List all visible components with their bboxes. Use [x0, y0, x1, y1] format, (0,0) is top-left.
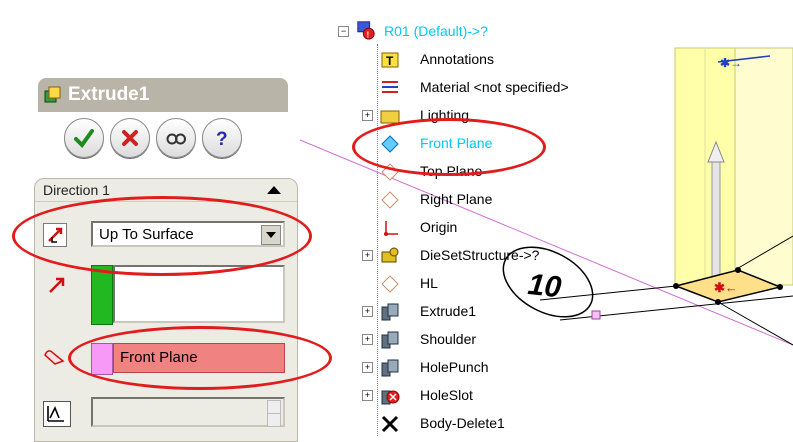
draft-angle-input[interactable]: [91, 397, 285, 427]
svg-text:✱→: ✱→: [720, 56, 742, 70]
annotations-icon: T: [381, 52, 399, 68]
spin-up-button[interactable]: [267, 400, 281, 414]
plane-icon: [381, 191, 399, 209]
collapse-arrow-icon[interactable]: [267, 186, 281, 194]
highlight-front-plane-tree: [352, 118, 546, 176]
origin-icon: [384, 221, 398, 236]
face-plane-icon: [44, 350, 65, 365]
extrude-body-side: [734, 47, 793, 286]
draft-toggle-button[interactable]: [43, 401, 71, 427]
tree-root[interactable]: − ! R01 (Default)->?: [338, 20, 638, 44]
body-delete-icon: [381, 415, 399, 433]
expand-icon[interactable]: +: [362, 110, 373, 121]
part-icon: !: [357, 21, 375, 40]
collapse-root-icon[interactable]: −: [338, 26, 349, 37]
check-icon: [74, 129, 94, 148]
svg-text:✱←: ✱←: [714, 280, 738, 295]
cancel-button[interactable]: [110, 118, 150, 158]
extrude-feature-icon: [44, 86, 61, 103]
direction1-label: Direction 1: [43, 182, 110, 198]
svg-text:?: ?: [216, 129, 228, 148]
question-icon: ?: [216, 129, 228, 148]
material-icon: [382, 81, 398, 93]
expand-icon[interactable]: +: [362, 334, 373, 345]
feature-title: Extrude1: [68, 84, 150, 105]
tree-root-label: R01 (Default)->?: [384, 23, 488, 39]
plane-icon: [381, 275, 399, 293]
direction-arrow-shaft: [711, 159, 721, 279]
spin-down-button[interactable]: [267, 413, 281, 427]
help-button[interactable]: ?: [202, 118, 242, 158]
property-manager-title-bar: Extrude1: [38, 78, 288, 112]
ok-button[interactable]: [64, 118, 104, 158]
expand-icon[interactable]: +: [362, 306, 373, 317]
expand-icon[interactable]: +: [362, 390, 373, 401]
draft-icon: [47, 406, 64, 422]
extrude-icon: [381, 359, 399, 377]
expand-icon[interactable]: +: [362, 250, 373, 261]
direction-color-swatch: [91, 265, 113, 325]
extrude-icon: [381, 303, 399, 321]
dieset-icon: [381, 247, 399, 263]
expand-icon[interactable]: +: [362, 362, 373, 373]
glasses-icon: [166, 133, 186, 145]
highlight-end-condition: [12, 196, 312, 276]
highlight-face-plane: [68, 326, 332, 390]
error-extrude-icon: [381, 390, 400, 405]
extrude-icon: [381, 331, 399, 349]
x-icon: [122, 130, 138, 146]
preview-button[interactable]: [156, 118, 196, 158]
dimension-value[interactable]: 10: [526, 268, 563, 304]
svg-text:!: !: [366, 30, 369, 39]
svg-text:T: T: [386, 54, 394, 68]
direction-of-extrusion-icon: [49, 277, 65, 293]
